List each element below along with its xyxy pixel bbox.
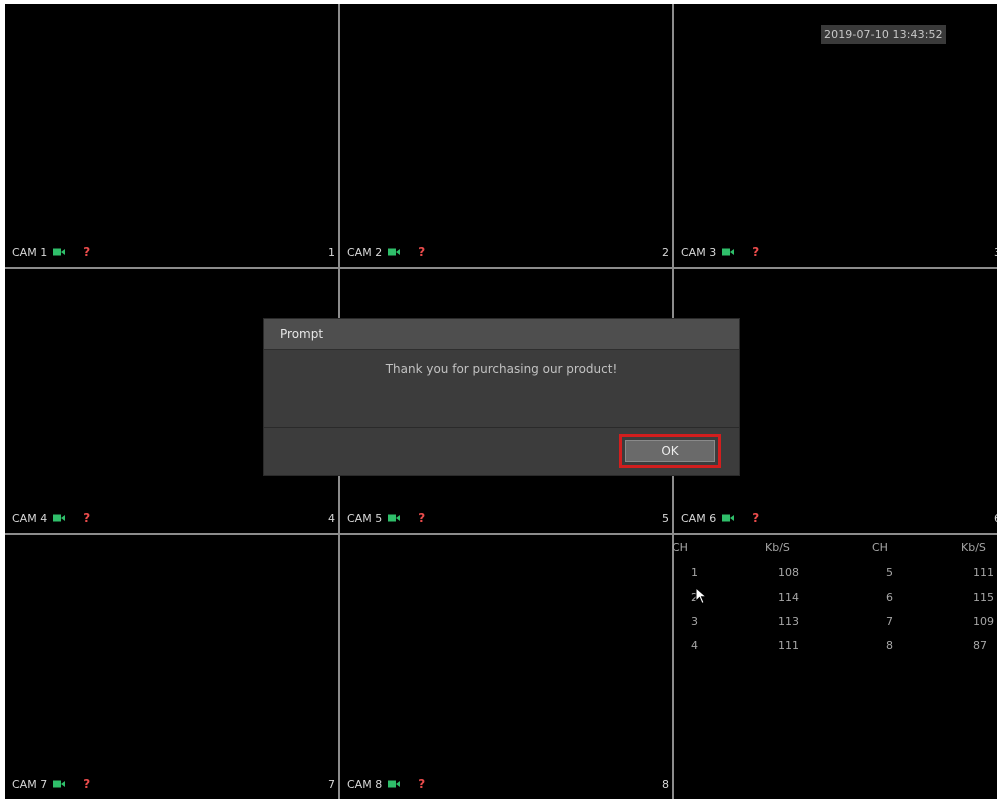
question-mark-icon: ? — [418, 777, 426, 791]
bitrate-ch: 8 — [886, 639, 893, 652]
bitrate-kbs: 111 — [973, 566, 994, 579]
bitrate-kbs: 108 — [778, 566, 799, 579]
bitrate-kbs: 111 — [778, 639, 799, 652]
channel-number: 8 — [662, 778, 669, 791]
video-camera-icon — [388, 514, 401, 522]
bitrate-header-ch-1: CH — [672, 541, 688, 554]
prompt-dialog: Prompt Thank you for purchasing our prod… — [264, 319, 739, 475]
bitrate-kbs: 87 — [973, 639, 987, 652]
camera-name: CAM 3 — [681, 245, 717, 259]
ok-button[interactable]: OK — [625, 440, 715, 462]
channel-number: 5 — [662, 512, 669, 525]
camera-tile-7[interactable]: CAM 7 ? 7 — [5, 535, 338, 799]
channel-number: 7 — [328, 778, 335, 791]
dialog-title: Prompt — [280, 327, 324, 341]
question-mark-icon: ? — [752, 245, 760, 259]
video-camera-icon — [53, 248, 66, 256]
video-camera-icon — [388, 248, 401, 256]
question-mark-icon: ? — [418, 245, 426, 259]
video-camera-icon — [722, 514, 735, 522]
bitrate-ch: 6 — [886, 591, 893, 604]
camera-name: CAM 6 — [681, 511, 717, 525]
dialog-title-bar[interactable]: Prompt — [264, 319, 739, 350]
camera-tile-8[interactable]: CAM 8 ? 8 — [340, 535, 672, 799]
question-mark-icon: ? — [83, 245, 91, 259]
question-mark-icon: ? — [752, 511, 760, 525]
bitrate-kbs: 113 — [778, 615, 799, 628]
bitrate-kbs: 114 — [778, 591, 799, 604]
camera-name: CAM 2 — [347, 245, 383, 259]
camera-name: CAM 5 — [347, 511, 383, 525]
question-mark-icon: ? — [83, 777, 91, 791]
camera-name: CAM 4 — [12, 511, 48, 525]
channel-number: 2 — [662, 246, 669, 259]
bitrate-header-kbs-1: Kb/S — [765, 541, 790, 554]
bitrate-header-kbs-2: Kb/S — [961, 541, 986, 554]
bitrate-table: CH Kb/S CH Kb/S 1 108 5 111 2 114 6 115 … — [668, 534, 994, 654]
dialog-message: Thank you for purchasing our product! — [385, 362, 618, 376]
camera-name: CAM 1 — [12, 245, 48, 259]
video-camera-icon — [53, 514, 66, 522]
question-mark-icon: ? — [83, 511, 91, 525]
grid-divider — [5, 267, 997, 269]
bitrate-ch: 5 — [886, 566, 893, 579]
camera-tile-1[interactable]: CAM 1 ? 1 — [5, 4, 338, 267]
bitrate-kbs: 115 — [973, 591, 994, 604]
camera-tile-2[interactable]: CAM 2 ? 2 — [340, 4, 672, 267]
bitrate-ch: 3 — [691, 615, 698, 628]
camera-name: CAM 8 — [347, 777, 383, 791]
video-camera-icon — [722, 248, 735, 256]
channel-number: 4 — [328, 512, 335, 525]
bitrate-header-ch-2: CH — [872, 541, 888, 554]
mouse-cursor-icon — [695, 586, 708, 609]
datetime-overlay: 2019-07-10 13:43:52 — [821, 25, 946, 44]
bitrate-ch: 4 — [691, 639, 698, 652]
bitrate-kbs: 109 — [973, 615, 994, 628]
bitrate-ch: 1 — [691, 566, 698, 579]
video-camera-icon — [388, 780, 401, 788]
video-camera-icon — [53, 780, 66, 788]
bitrate-ch: 7 — [886, 615, 893, 628]
dialog-divider — [264, 427, 739, 428]
camera-name: CAM 7 — [12, 777, 48, 791]
question-mark-icon: ? — [418, 511, 426, 525]
channel-number: 1 — [328, 246, 335, 259]
